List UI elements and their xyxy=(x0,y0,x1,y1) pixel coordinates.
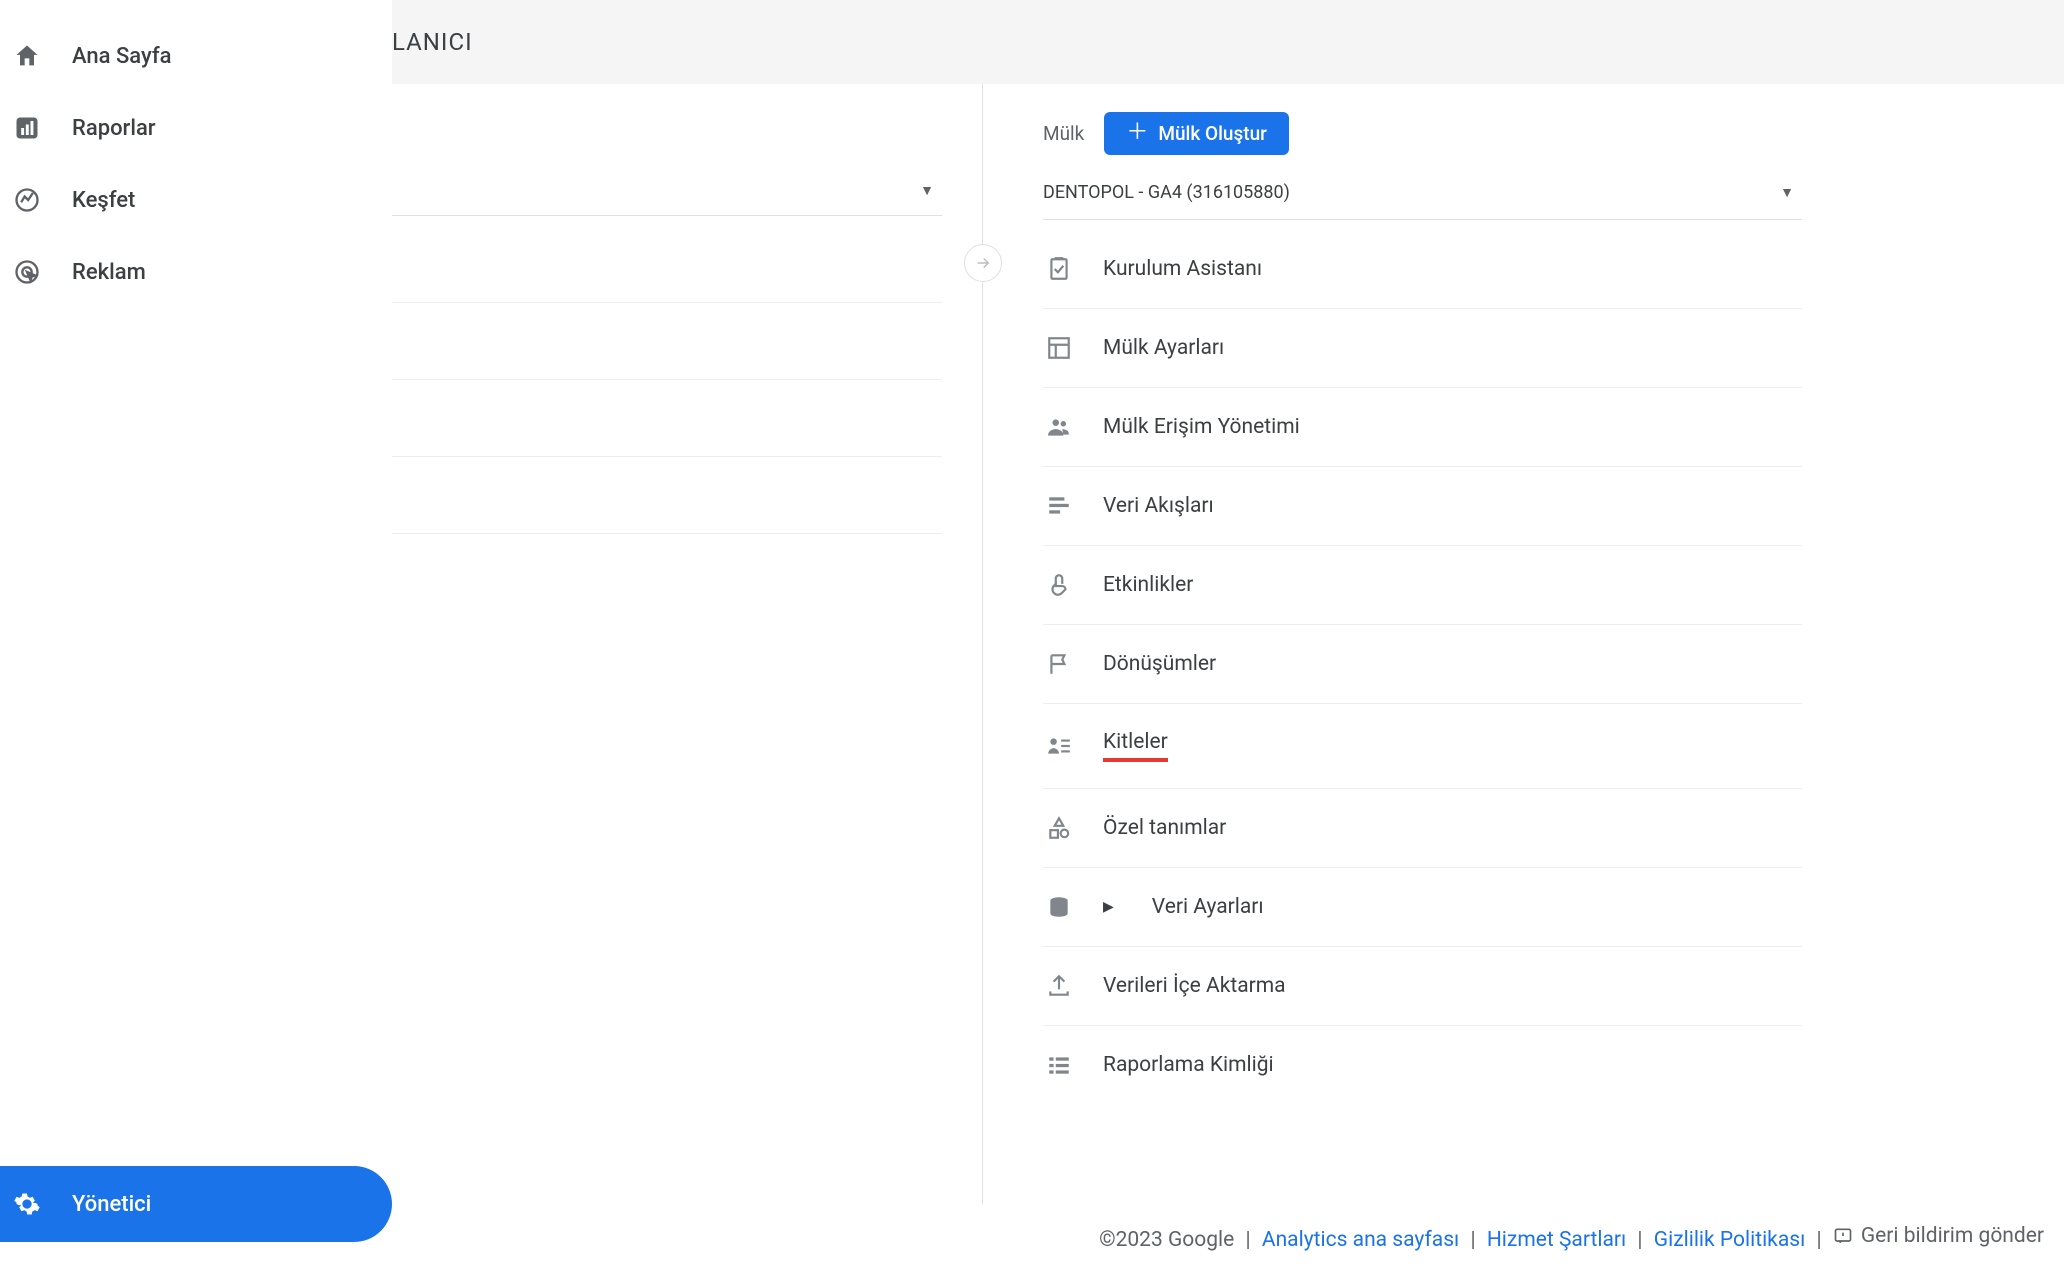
property-column: Mülk ＋ Mülk Oluştur DENTOPOL - GA4 (3161… xyxy=(982,84,1842,1272)
flag-icon xyxy=(1043,651,1075,677)
property-settings-list: Kurulum Asistanı Mülk Ayarları Mülk Eriş… xyxy=(1043,230,1802,1104)
nav-home[interactable]: Ana Sayfa xyxy=(0,20,392,92)
audiences-item[interactable]: Kitleler xyxy=(1043,704,1802,789)
people-icon xyxy=(1043,414,1075,440)
property-selector-dropdown[interactable]: DENTOPOL - GA4 (316105880) ▼ xyxy=(1043,172,1802,220)
bar-chart-icon xyxy=(10,114,44,142)
caret-down-icon: ▼ xyxy=(1780,184,1794,201)
footer-copyright: ©2023 Google xyxy=(1099,1228,1234,1252)
property-selector-value: DENTOPOL - GA4 (316105880) xyxy=(1043,182,1290,203)
reporting-identity-item[interactable]: Raporlama Kimliği xyxy=(1043,1026,1802,1104)
plus-icon: ＋ xyxy=(1126,122,1148,144)
nav-reports[interactable]: Raporlar xyxy=(0,92,392,164)
nav-admin[interactable]: Yönetici xyxy=(0,1166,392,1242)
streams-icon xyxy=(1043,493,1075,519)
conversions-item[interactable]: Dönüşümler xyxy=(1043,625,1802,704)
target-click-icon xyxy=(10,258,44,286)
header-title-partial: LANICI xyxy=(392,28,473,56)
feedback-icon xyxy=(1833,1226,1853,1246)
footer-link-terms[interactable]: Hizmet Şartları xyxy=(1487,1228,1626,1252)
data-streams-item[interactable]: Veri Akışları xyxy=(1043,467,1802,546)
data-settings-item[interactable]: ▶ Veri Ayarları xyxy=(1043,868,1802,947)
touch-icon xyxy=(1043,572,1075,598)
database-icon xyxy=(1043,894,1075,920)
property-column-header: Mülk ＋ Mülk Oluştur xyxy=(1043,114,1802,152)
data-import-item[interactable]: Verileri İçe Aktarma xyxy=(1043,947,1802,1026)
property-access-management-item[interactable]: Mülk Erişim Yönetimi xyxy=(1043,388,1802,467)
id-icon xyxy=(1043,1052,1075,1078)
expand-caret-icon: ▶ xyxy=(1103,899,1114,915)
sidebar-nav: Ana Sayfa Raporlar Keşfet Reklam Yönetic… xyxy=(0,0,392,1272)
footer-link-analytics-home[interactable]: Analytics ana sayfası xyxy=(1262,1228,1459,1252)
create-property-button[interactable]: ＋ Mülk Oluştur xyxy=(1104,112,1289,155)
column-navigate-arrow[interactable] xyxy=(964,244,1002,282)
property-settings-item[interactable]: Mülk Ayarları xyxy=(1043,309,1802,388)
property-column-label: Mülk xyxy=(1043,122,1084,145)
custom-definitions-item[interactable]: Özel tanımlar xyxy=(1043,789,1802,868)
shapes-icon xyxy=(1043,815,1075,841)
layout-icon xyxy=(1043,335,1075,361)
footer-feedback-link[interactable]: Geri bildirim gönder xyxy=(1833,1224,2044,1248)
explore-icon xyxy=(10,186,44,214)
gear-icon xyxy=(10,1190,44,1218)
nav-explore[interactable]: Keşfet xyxy=(0,164,392,236)
home-icon xyxy=(10,42,44,70)
clipboard-check-icon xyxy=(1043,256,1075,282)
nav-advertising[interactable]: Reklam xyxy=(0,236,392,308)
audience-icon xyxy=(1043,733,1075,759)
audiences-label-highlighted: Kitleler xyxy=(1103,730,1168,762)
upload-icon xyxy=(1043,973,1075,999)
setup-assistant-item[interactable]: Kurulum Asistanı xyxy=(1043,230,1802,309)
caret-down-icon: ▼ xyxy=(920,182,934,199)
events-item[interactable]: Etkinlikler xyxy=(1043,546,1802,625)
arrow-right-icon xyxy=(974,254,992,272)
footer-link-privacy[interactable]: Gizlilik Politikası xyxy=(1654,1228,1806,1252)
